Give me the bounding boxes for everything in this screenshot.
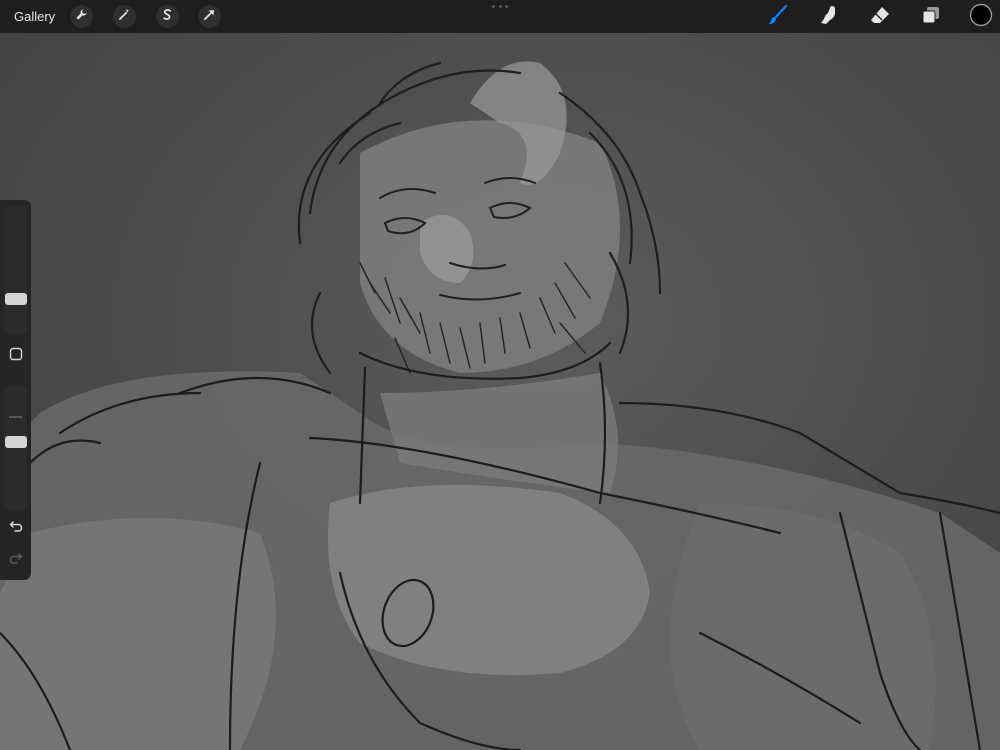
drawing-canvas[interactable] <box>0 33 1000 750</box>
layers-button[interactable] <box>918 4 944 30</box>
opacity-thumb[interactable] <box>5 436 27 448</box>
selection-s-icon <box>161 8 174 26</box>
layers-icon <box>921 5 941 30</box>
gallery-button[interactable]: Gallery <box>14 0 55 33</box>
color-swatch-icon <box>969 3 993 32</box>
wrench-icon <box>75 8 88 26</box>
transform-button[interactable] <box>198 5 221 28</box>
undo-icon <box>9 519 23 538</box>
eraser-tool-button[interactable] <box>867 4 893 30</box>
top-toolbar: Gallery <box>0 0 1000 33</box>
brush-size-slider[interactable] <box>4 206 27 334</box>
left-sidebar <box>0 200 31 580</box>
eraser-icon <box>869 4 891 31</box>
arrow-cursor-icon <box>203 8 216 26</box>
redo-icon <box>9 551 23 570</box>
selection-button[interactable] <box>156 5 179 28</box>
actions-button[interactable] <box>70 5 93 28</box>
sketch-artwork <box>0 61 1000 750</box>
color-button[interactable] <box>968 3 994 32</box>
smudge-tool-button[interactable] <box>816 4 842 30</box>
brush-size-thumb[interactable] <box>5 293 27 305</box>
smudge-finger-icon <box>818 4 840 31</box>
modify-button[interactable] <box>7 347 24 366</box>
square-modify-icon <box>9 347 23 366</box>
opacity-marker <box>9 416 22 418</box>
window-grabber[interactable] <box>492 5 508 8</box>
opacity-slider[interactable] <box>4 386 27 510</box>
magic-wand-icon <box>118 8 131 26</box>
undo-button[interactable] <box>7 520 24 537</box>
redo-button[interactable] <box>7 552 24 569</box>
brush-icon <box>766 3 790 32</box>
adjustments-button[interactable] <box>113 5 136 28</box>
brush-tool-button[interactable] <box>765 4 791 30</box>
